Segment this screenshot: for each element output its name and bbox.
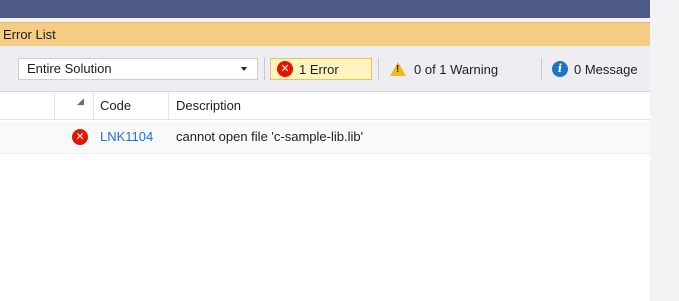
window-top-strip — [0, 0, 650, 22]
error-code-link[interactable]: LNK1104 — [100, 121, 153, 153]
table-row[interactable]: ✕ LNK1104 cannot open file 'c-sample-lib… — [0, 121, 650, 154]
toolbar-separator — [264, 58, 265, 80]
panel-title-bar[interactable]: Error List — [0, 22, 650, 46]
error-description: cannot open file 'c-sample-lib.lib' — [176, 129, 364, 144]
error-x-icon: ✕ — [277, 61, 293, 77]
error-list-toolbar: Entire Solution ✕ 1 Error 0 of 1 Warning… — [0, 46, 650, 92]
info-icon: i — [552, 61, 568, 77]
column-divider — [54, 92, 55, 119]
column-header-code[interactable]: Code — [100, 92, 131, 119]
toolbar-separator — [378, 58, 379, 80]
column-header-row: ◢ Code Description — [0, 92, 650, 120]
errors-filter-label: 1 Error — [299, 61, 339, 77]
warnings-filter-button[interactable]: 0 of 1 Warning — [386, 58, 536, 80]
column-header-description[interactable]: Description — [176, 92, 241, 119]
messages-filter-button[interactable]: i 0 Message — [548, 58, 650, 80]
column-sort-icon[interactable]: ◢ — [77, 96, 84, 107]
accent-bar — [0, 0, 650, 18]
error-x-icon: ✕ — [72, 129, 88, 145]
panel-title: Error List — [3, 27, 56, 42]
error-list-window: Error List Entire Solution ✕ 1 Error 0 o… — [0, 0, 650, 301]
scope-dropdown-value: Entire Solution — [27, 61, 112, 76]
chevron-down-icon — [241, 67, 247, 71]
warnings-filter-label: 0 of 1 Warning — [414, 61, 499, 77]
scope-dropdown[interactable]: Entire Solution — [18, 58, 258, 80]
toolbar-separator — [541, 58, 542, 80]
messages-filter-label: 0 Message — [574, 61, 638, 77]
warning-triangle-icon — [390, 62, 406, 76]
column-divider — [93, 92, 94, 119]
errors-filter-button[interactable]: ✕ 1 Error — [270, 58, 372, 80]
column-divider — [168, 92, 169, 119]
